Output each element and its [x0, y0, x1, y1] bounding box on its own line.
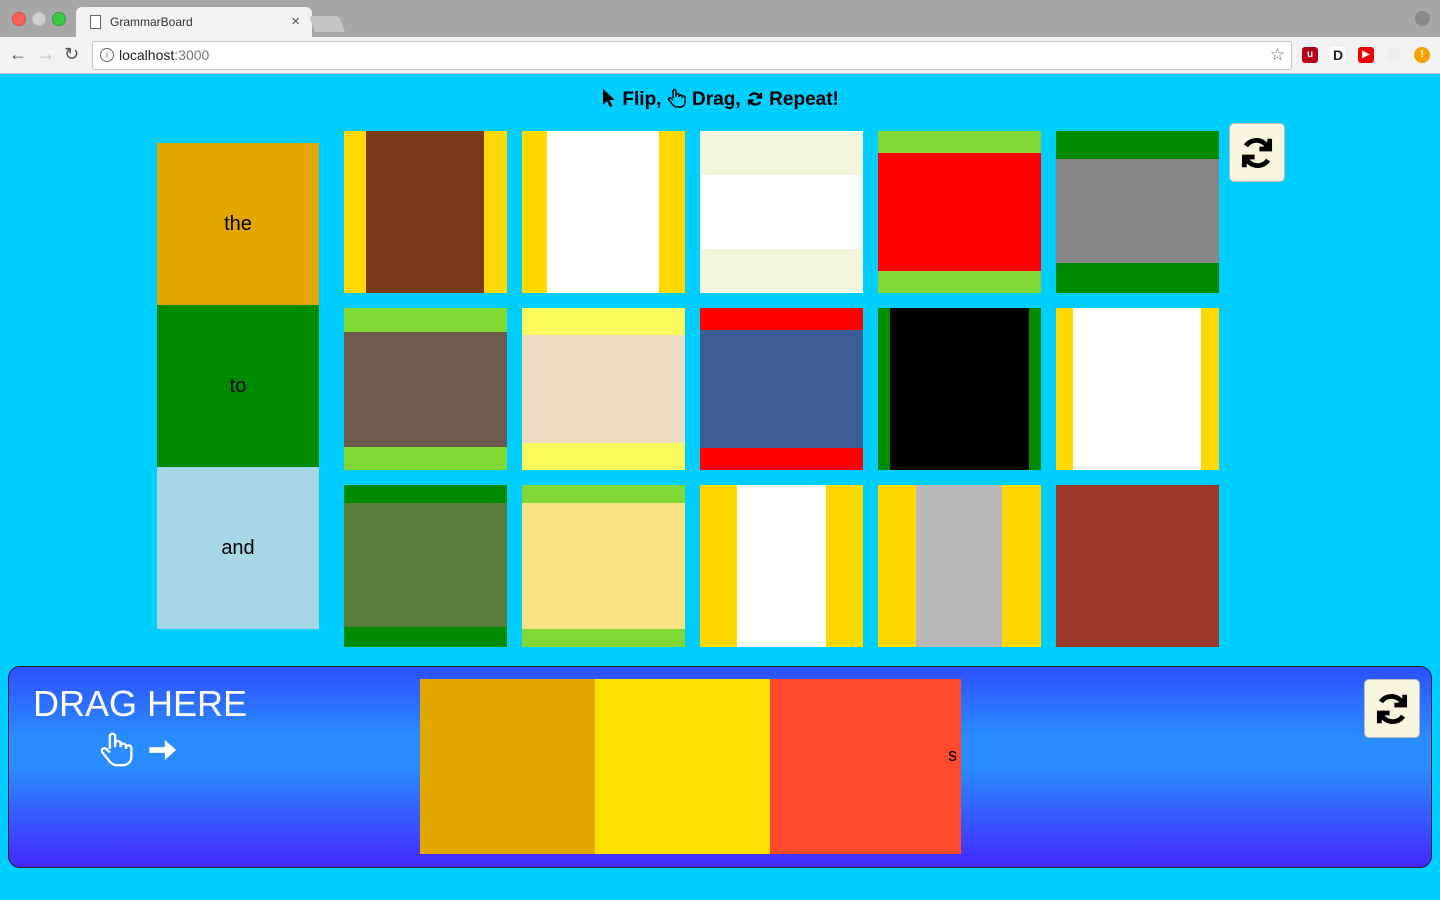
refresh-icon	[1376, 693, 1408, 724]
clear-dropzone-button[interactable]	[1364, 679, 1420, 738]
picture-card-stone[interactable]	[522, 485, 685, 647]
slot-suffix-label: s	[948, 745, 957, 765]
bookmark-star-icon[interactable]: ☆	[1270, 45, 1285, 65]
stone-image	[522, 503, 685, 629]
old-woman-image	[344, 332, 507, 447]
hand-icon	[667, 88, 686, 108]
drag-label: Drag,	[692, 89, 741, 110]
sentence-slot[interactable]	[420, 679, 595, 854]
picture-card-grid	[344, 131, 1219, 647]
warning-extension-icon[interactable]: !	[1414, 47, 1430, 63]
instructions-heading: Flip, Drag, Repeat!	[0, 88, 1440, 111]
sentence-slot[interactable]: s	[770, 679, 961, 854]
youtube-extension-icon[interactable]: ▶	[1358, 47, 1374, 63]
url-text: localhost:3000	[119, 47, 210, 63]
picture-card-uncle-sam[interactable]	[522, 308, 685, 470]
man-standing-image	[916, 485, 1002, 647]
business-woman-image	[737, 485, 826, 647]
refresh-board-button[interactable]	[1229, 123, 1285, 182]
circle-extension-icon[interactable]	[1386, 47, 1402, 63]
back-button[interactable]: ←	[9, 44, 27, 64]
refresh-icon	[747, 92, 763, 106]
browser-tab-strip: GrammarBoard ×	[0, 0, 1440, 37]
man-face-image	[547, 131, 659, 293]
dog-house-image	[344, 503, 507, 627]
apple-on-box-image	[890, 308, 1029, 470]
word-card-the[interactable]: the	[157, 143, 319, 305]
picture-card-door[interactable]	[344, 131, 507, 293]
tab-close-button[interactable]: ×	[291, 13, 300, 30]
sentence-slot[interactable]	[595, 679, 770, 854]
picture-card-dog-house[interactable]	[344, 485, 507, 647]
sentence-slots: s	[420, 679, 961, 854]
arrow-right-icon	[149, 740, 177, 760]
flip-label: Flip,	[622, 89, 662, 110]
ublock-extension-icon[interactable]: u	[1302, 47, 1318, 63]
hand-image	[1073, 308, 1201, 470]
word-card-to[interactable]: to	[157, 305, 319, 467]
picture-card-cat-in-box[interactable]	[1056, 131, 1219, 293]
picture-card-old-woman[interactable]	[344, 308, 507, 470]
cat-in-box-image	[1056, 159, 1219, 263]
picture-card-red-square[interactable]	[878, 131, 1041, 293]
refresh-icon	[1241, 137, 1273, 168]
word-card-column: the to and	[157, 143, 319, 629]
picture-card-eggs[interactable]	[700, 131, 863, 293]
red-square-image	[878, 153, 1041, 271]
info-icon[interactable]: i	[100, 48, 114, 62]
picture-card-house[interactable]	[1056, 485, 1219, 647]
profile-icon[interactable]	[1415, 11, 1430, 26]
document-icon	[90, 15, 101, 29]
eggs-image	[700, 175, 863, 249]
forward-button[interactable]: →	[37, 44, 55, 64]
drag-drop-zone[interactable]: DRAG HERE s	[8, 666, 1432, 868]
hand-icon	[100, 732, 133, 767]
repeat-label: Repeat!	[769, 89, 839, 110]
tab-title: GrammarBoard	[110, 15, 193, 29]
picture-card-apple-on-box[interactable]	[878, 308, 1041, 470]
address-bar[interactable]: i localhost:3000 ☆	[92, 41, 1292, 70]
browser-tab[interactable]: GrammarBoard ×	[76, 7, 312, 37]
maximize-window-button[interactable]	[52, 12, 66, 26]
pointer-icon	[603, 89, 616, 107]
close-window-button[interactable]	[12, 12, 26, 26]
browser-toolbar: ← → ↻ i localhost:3000 ☆ u D ▶ !	[0, 37, 1440, 74]
d-extension-icon[interactable]: D	[1330, 47, 1346, 63]
drag-here-title: DRAG HERE	[33, 683, 248, 724]
new-tab-button[interactable]	[309, 16, 345, 32]
picture-card-man-face[interactable]	[522, 131, 685, 293]
door-image	[366, 131, 484, 293]
word-card-and[interactable]: and	[157, 467, 319, 629]
picture-card-hand[interactable]	[1056, 308, 1219, 470]
uncle-sam-image	[522, 335, 685, 443]
minimize-window-button[interactable]	[32, 12, 46, 26]
picture-card-man-standing[interactable]	[878, 485, 1041, 647]
picture-card-obama[interactable]	[700, 308, 863, 470]
picture-card-business-woman[interactable]	[700, 485, 863, 647]
drag-hint	[99, 731, 179, 772]
obama-image	[700, 330, 863, 448]
reload-button[interactable]: ↻	[64, 44, 79, 64]
house-image	[1056, 485, 1219, 647]
